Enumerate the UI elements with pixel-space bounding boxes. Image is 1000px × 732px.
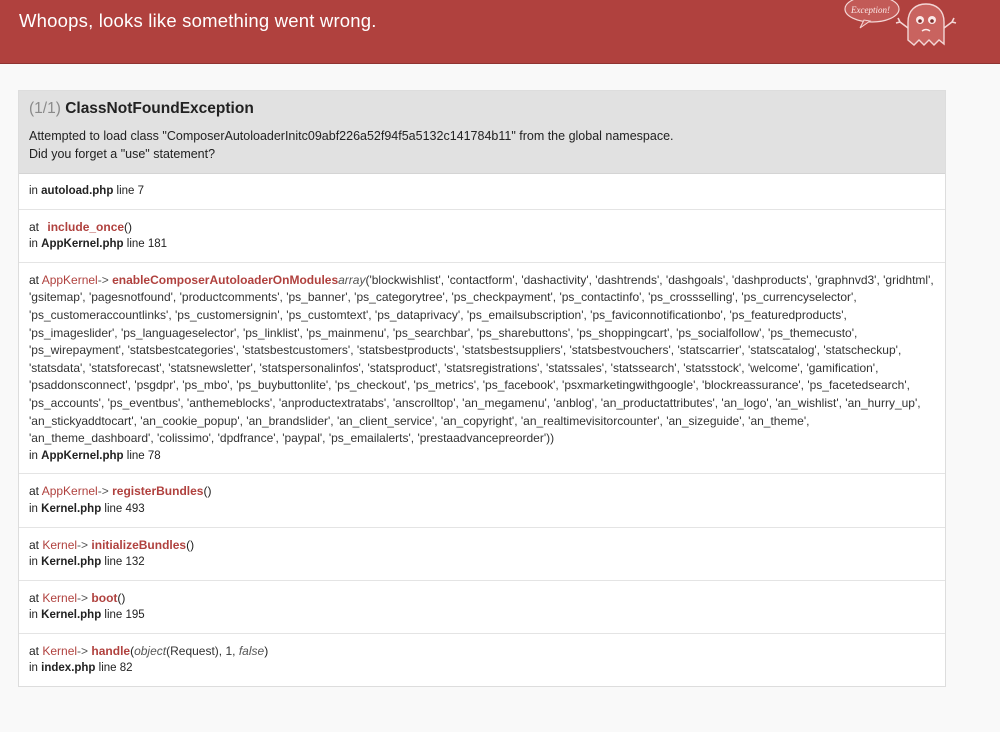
trace-frame: at include_once() in AppKernel.php line … xyxy=(19,210,945,263)
trace-file-link[interactable]: AppKernel.php xyxy=(41,450,123,462)
trace-file-link[interactable]: Kernel.php xyxy=(41,556,101,568)
in-label: in xyxy=(29,556,38,569)
trace-arg-bool: false xyxy=(238,643,265,658)
trace-args: (Request), 1, xyxy=(166,643,236,658)
in-label: in xyxy=(29,449,38,462)
in-label: in xyxy=(29,185,38,197)
trace-arrow: -> xyxy=(77,643,89,658)
trace-frame: at AppKernel-> enableComposerAutoloaderO… xyxy=(19,263,945,475)
trace-class: Kernel xyxy=(42,643,78,658)
page-title: Whoops, looks like something went wrong. xyxy=(19,10,377,31)
at-label: at xyxy=(29,272,40,287)
trace-arrow: -> xyxy=(77,590,89,605)
exception-class: ClassNotFoundException xyxy=(65,100,254,117)
trace-class: Kernel xyxy=(42,537,78,552)
exception-title: (1/1) ClassNotFoundException xyxy=(29,99,935,119)
trace-class: AppKernel xyxy=(41,272,98,287)
trace-args-end: ) xyxy=(264,643,269,658)
trace-function: enableComposerAutoloaderOnModules xyxy=(112,272,339,287)
trace-function: initializeBundles xyxy=(91,537,187,552)
trace-file-link[interactable]: Kernel.php xyxy=(41,503,101,515)
trace-arg-type: array xyxy=(338,272,366,287)
trace-function: include_once xyxy=(47,219,125,234)
in-label: in xyxy=(29,238,38,251)
trace-frame: in autoload.php line 7 xyxy=(19,174,945,210)
trace-frame: at Kernel-> initializeBundles() in Kerne… xyxy=(19,528,945,581)
exception-message-line-1: Attempted to load class "ComposerAutoloa… xyxy=(29,129,674,143)
trace-line: line 132 xyxy=(104,556,145,569)
in-label: in xyxy=(29,502,38,515)
trace-file-link[interactable]: AppKernel.php xyxy=(41,238,123,250)
trace-line: line 82 xyxy=(98,662,133,675)
trace-class: AppKernel xyxy=(41,484,98,499)
at-label: at xyxy=(29,484,40,499)
at-label: at xyxy=(29,590,40,605)
trace-line: line 78 xyxy=(126,449,161,462)
trace-arg-type: object xyxy=(134,643,167,658)
trace-args: () xyxy=(124,219,133,234)
trace-file-link[interactable]: autoload.php xyxy=(41,185,113,197)
trace-frame: at AppKernel-> registerBundles() in Kern… xyxy=(19,474,945,528)
trace-args: () xyxy=(186,537,195,552)
trace-line: line 195 xyxy=(104,609,145,622)
trace-function: boot xyxy=(91,590,118,605)
trace-arrow: -> xyxy=(97,272,109,287)
trace-args: () xyxy=(117,590,126,605)
exception-ghost-icon: Exception! xyxy=(844,0,957,46)
trace-arrow: -> xyxy=(77,537,89,552)
trace-frame: at Kernel-> boot() in Kernel.php line 19… xyxy=(19,581,945,634)
error-header: Whoops, looks like something went wrong.… xyxy=(0,0,1000,64)
exception-panel: (1/1) ClassNotFoundException Attempted t… xyxy=(18,90,946,688)
trace-function: handle xyxy=(91,643,131,658)
trace-args: ('blockwishlist', 'contactform', 'dashac… xyxy=(29,272,934,446)
at-label: at xyxy=(29,537,40,552)
in-label: in xyxy=(29,609,38,622)
trace-line: line 7 xyxy=(116,185,145,197)
trace-args: () xyxy=(203,484,212,499)
trace-function: registerBundles xyxy=(112,484,204,499)
at-label: at xyxy=(29,643,40,658)
trace-line: line 181 xyxy=(126,238,168,251)
trace-class: Kernel xyxy=(42,590,78,605)
trace-file-link[interactable]: Kernel.php xyxy=(41,609,101,621)
at-label: at xyxy=(29,219,40,234)
exception-count: (1/1) xyxy=(29,100,61,117)
stack-trace: in autoload.php line 7 at include_once()… xyxy=(19,174,945,686)
exception-message: Attempted to load class "ComposerAutoloa… xyxy=(29,127,935,163)
trace-arrow: -> xyxy=(97,484,109,499)
trace-file-link[interactable]: index.php xyxy=(41,662,95,674)
in-label: in xyxy=(29,662,38,675)
exception-badge-text: Exception! xyxy=(850,5,890,15)
trace-line: line 493 xyxy=(104,502,145,515)
trace-frame: at Kernel-> handle(object(Request), 1, f… xyxy=(29,643,269,675)
exception-header: (1/1) ClassNotFoundException Attempted t… xyxy=(19,91,945,174)
exception-message-line-2: Did you forget a "use" statement? xyxy=(29,147,216,161)
